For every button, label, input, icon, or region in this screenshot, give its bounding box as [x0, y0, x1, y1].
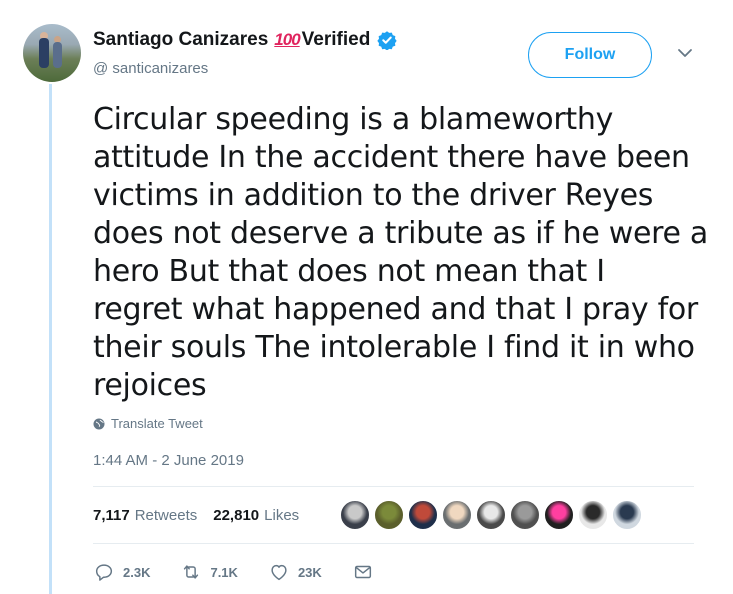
reply-icon — [95, 564, 113, 581]
tweet-actions: 2.3K 7.1K 23K — [93, 560, 404, 584]
tweet-timestamp[interactable]: 1:44 AM - 2 June 2019 — [93, 452, 244, 469]
retweets-count: 7,117 — [93, 506, 130, 524]
display-name[interactable]: Santiago Canizares — [93, 29, 268, 51]
tweet-text-line: their souls The intolerable I find it in… — [93, 330, 695, 365]
tweet-text-line: rejoices — [93, 368, 207, 403]
avatar-figure — [39, 38, 49, 68]
liker-avatar[interactable] — [340, 500, 370, 530]
likes-count: 22,810 — [213, 506, 260, 524]
user-handle[interactable]: @ santicanizares — [93, 60, 208, 77]
likes-stat[interactable]: 22,810 Likes — [213, 507, 299, 524]
user-name-row[interactable]: Santiago Canizares 100 Verified — [93, 27, 397, 53]
tweet-text-line: attitude In the accident there have been — [93, 140, 690, 175]
reply-count: 2.3K — [123, 564, 151, 580]
tweet-stats: 7,117 Retweets 22,810 Likes — [93, 500, 299, 530]
liker-avatar[interactable] — [476, 500, 506, 530]
liker-avatar[interactable] — [544, 500, 574, 530]
liker-avatar[interactable] — [442, 500, 472, 530]
likes-label: Likes — [264, 506, 300, 524]
follow-button[interactable]: Follow — [528, 32, 652, 78]
liker-avatars — [340, 500, 642, 530]
heart-icon — [271, 564, 287, 581]
retweet-icon — [184, 565, 199, 579]
tweet-text-line: Circular speeding is a blameworthy — [93, 102, 614, 137]
like-count: 23K — [297, 564, 322, 580]
tweet-text: Circular speeding is a blameworthy attit… — [93, 101, 713, 405]
avatar-figure — [53, 42, 62, 68]
retweets-stat[interactable]: 7,117 Retweets — [93, 507, 197, 524]
retweet-action[interactable]: 7.1K — [180, 561, 238, 583]
chevron-down-icon[interactable] — [676, 44, 694, 62]
liker-avatar[interactable] — [578, 500, 608, 530]
divider — [93, 543, 694, 544]
reply-action[interactable]: 2.3K — [93, 561, 150, 583]
thread-line — [49, 84, 52, 594]
tweet-text-line: hero But that does not mean that I — [93, 254, 605, 289]
retweet-count: 7.1K — [210, 564, 238, 580]
liker-avatar[interactable] — [510, 500, 540, 530]
avatar[interactable] — [23, 24, 81, 82]
direct-message-action[interactable] — [352, 561, 374, 583]
globe-icon — [93, 418, 105, 429]
verified-badge-icon — [377, 31, 397, 50]
like-action[interactable]: 23K — [268, 561, 322, 583]
verified-text: Verified — [301, 29, 371, 50]
liker-avatar[interactable] — [408, 500, 438, 530]
hundred-points-icon: 100 — [274, 30, 300, 49]
translate-tweet-link[interactable]: Translate Tweet — [93, 416, 203, 431]
tweet-text-line: regret what happened and that I pray for — [93, 292, 698, 327]
liker-avatar[interactable] — [612, 500, 642, 530]
translate-label[interactable]: Translate Tweet — [111, 416, 203, 431]
retweets-label: Retweets — [134, 506, 198, 524]
liker-avatar[interactable] — [374, 500, 404, 530]
tweet-text-line: victims in addition to the driver Reyes — [93, 178, 654, 213]
tweet-text-line: does not deserve a tribute as if he were… — [93, 216, 708, 251]
divider — [93, 486, 694, 487]
envelope-icon — [354, 565, 371, 579]
